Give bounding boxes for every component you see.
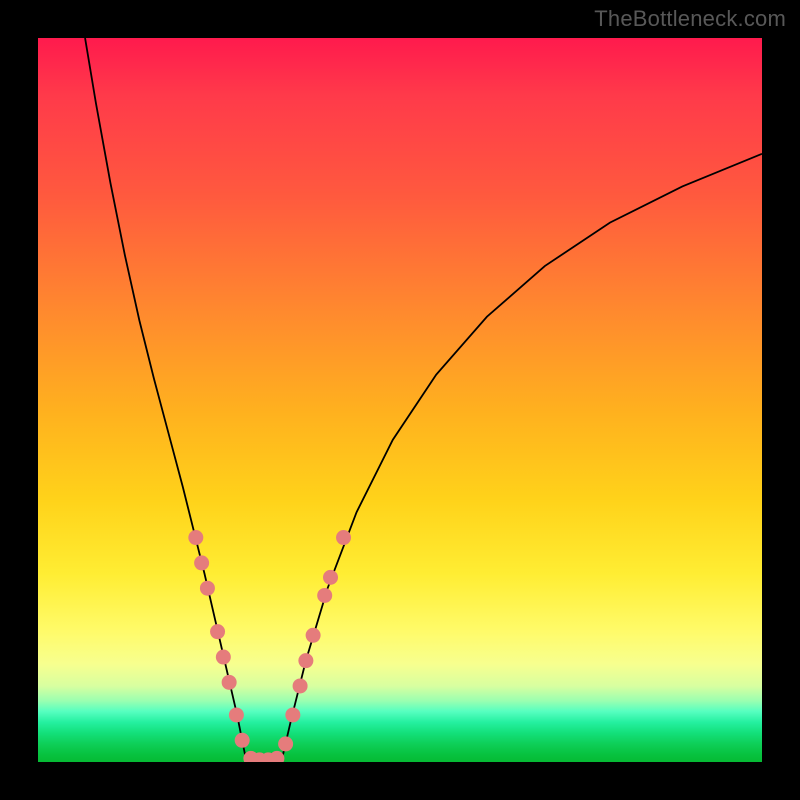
plot-area [38,38,762,762]
marker-point [323,570,338,585]
marker-point [216,650,231,665]
marker-point [336,530,351,545]
marker-point [269,751,284,762]
marker-point [317,588,332,603]
marker-point [229,707,244,722]
marker-point [298,653,313,668]
watermark-text: TheBottleneck.com [594,6,786,32]
marker-point [222,675,237,690]
marker-point [306,628,321,643]
bottleneck-curve [85,38,762,762]
marker-point [285,707,300,722]
chart-frame: TheBottleneck.com [0,0,800,800]
curve-layer [38,38,762,762]
marker-point [278,736,293,751]
marker-point [210,624,225,639]
marker-point [200,581,215,596]
marker-point [188,530,203,545]
highlight-markers [188,530,351,762]
marker-point [194,555,209,570]
marker-point [293,678,308,693]
marker-point [235,733,250,748]
